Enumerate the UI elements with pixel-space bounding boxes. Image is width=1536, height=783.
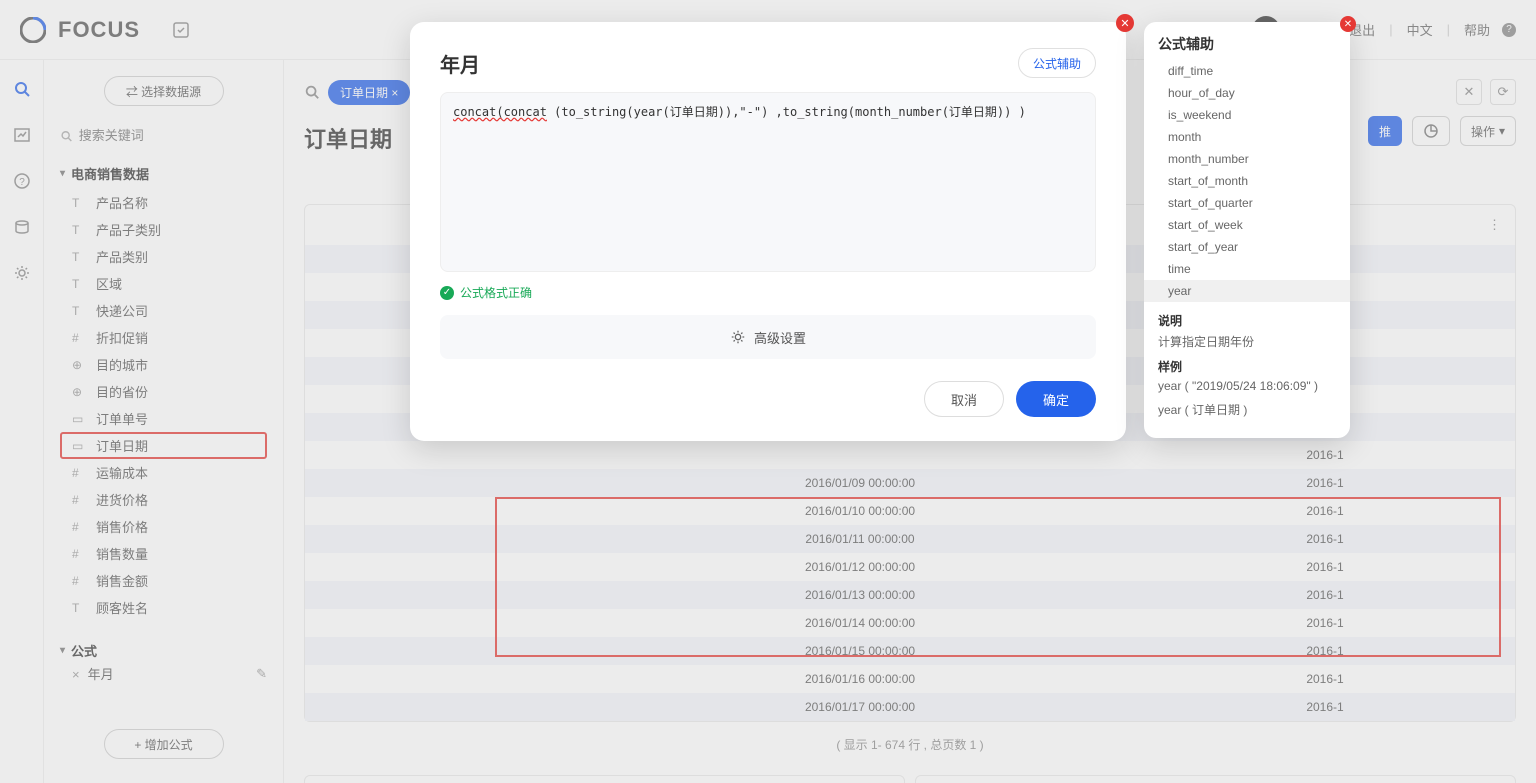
modal-title: 年月 [440,49,480,78]
sample-2: year ( 订单日期 ) [1158,401,1336,418]
fn-item[interactable]: start_of_month [1144,170,1350,192]
advanced-settings-button[interactable]: 高级设置 [440,315,1096,359]
formula-assist-button[interactable]: 公式辅助 [1018,48,1096,78]
fn-item[interactable]: hour_of_day [1144,82,1350,104]
fn-item[interactable]: start_of_week [1144,214,1350,236]
cancel-button[interactable]: 取消 [924,381,1004,417]
fn-item[interactable]: start_of_quarter [1144,192,1350,214]
fn-item[interactable]: month_number [1144,148,1350,170]
formula-helper-panel: ✕ 公式辅助 diff_daysdiff_timehour_of_dayis_w… [1144,22,1350,438]
close-icon[interactable]: ✕ [1116,14,1134,32]
sample-1: year ( "2019/05/24 18:06:09" ) [1158,379,1336,393]
valid-message: ✓公式格式正确 [440,284,1096,301]
fn-item[interactable]: year [1144,280,1350,302]
ok-button[interactable]: 确定 [1016,381,1096,417]
formula-modal: ✕ 年月 公式辅助 concat(concat (to_string(year(… [410,22,1126,441]
sample-label: 样例 [1158,358,1336,375]
formula-input[interactable]: concat(concat (to_string(year(订单日期)),"-"… [440,92,1096,272]
desc-text: 计算指定日期年份 [1158,333,1336,350]
fn-item[interactable]: is_weekend [1144,104,1350,126]
helper-close-icon[interactable]: ✕ [1340,16,1356,32]
fn-item[interactable]: month [1144,126,1350,148]
desc-label: 说明 [1158,312,1336,329]
helper-title: 公式辅助 [1144,34,1350,62]
fn-item[interactable]: start_of_year [1144,236,1350,258]
fn-item[interactable]: time [1144,258,1350,280]
fn-item[interactable]: diff_time [1144,62,1350,82]
